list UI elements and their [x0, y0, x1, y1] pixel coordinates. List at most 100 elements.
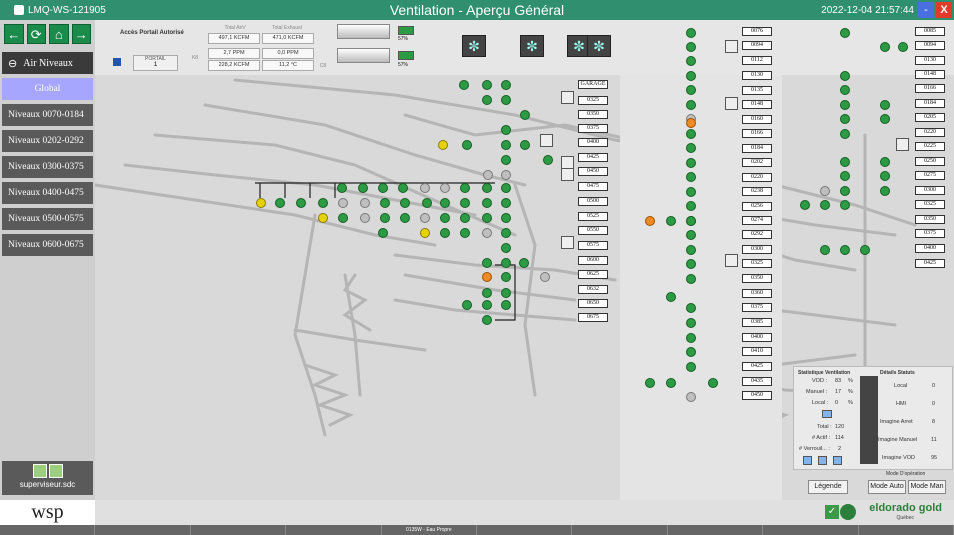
level-label[interactable]: 0632 — [578, 285, 608, 294]
fan-icon[interactable] — [686, 392, 696, 402]
fan-icon[interactable] — [440, 183, 450, 193]
fan-icon[interactable] — [820, 245, 830, 255]
fan-icon[interactable] — [543, 155, 553, 165]
level-label[interactable]: 0650 — [578, 299, 608, 308]
fan-icon[interactable] — [860, 245, 870, 255]
back-arrow-icon[interactable]: ← — [4, 24, 24, 44]
fan-icon[interactable] — [840, 186, 850, 196]
fan-icon[interactable] — [337, 183, 347, 193]
level-label[interactable]: 0325 — [915, 200, 945, 209]
level-label[interactable]: 0350 — [742, 274, 772, 283]
fan-icon[interactable] — [318, 213, 328, 223]
level-label[interactable]: 0500 — [578, 197, 608, 206]
fan-icon[interactable] — [482, 288, 492, 298]
level-label[interactable]: 0375 — [578, 124, 608, 133]
level-label[interactable]: 0166 — [915, 84, 945, 93]
fan-icon[interactable] — [686, 303, 696, 313]
fan-icon[interactable] — [840, 100, 850, 110]
fan-icon[interactable] — [483, 170, 493, 180]
fan-icon[interactable] — [666, 292, 676, 302]
mode-man-button[interactable]: Mode Man — [908, 480, 946, 494]
minimize-button[interactable]: - — [918, 2, 934, 18]
fan-icon[interactable] — [358, 183, 368, 193]
fan-icon[interactable] — [880, 157, 890, 167]
fan-icon[interactable] — [880, 171, 890, 181]
fan-icon[interactable] — [460, 213, 470, 223]
fan-icon[interactable] — [501, 272, 511, 282]
level-label[interactable]: 0112 — [742, 56, 772, 65]
fan-icon[interactable] — [800, 200, 810, 210]
fan-icon[interactable] — [686, 201, 696, 211]
exhaust-fan-box-2[interactable]: ✼ — [520, 35, 544, 57]
fan-icon[interactable] — [378, 228, 388, 238]
level-label[interactable]: 0410 — [742, 347, 772, 356]
compressor-icon[interactable] — [561, 236, 574, 249]
fan-icon[interactable] — [440, 213, 450, 223]
fan-icon[interactable] — [482, 272, 492, 282]
fan-icon[interactable] — [501, 140, 511, 150]
level-label[interactable]: 0450 — [742, 391, 772, 400]
level-label[interactable]: 0130 — [915, 56, 945, 65]
fan-icon[interactable] — [840, 71, 850, 81]
sidebar-item-niveaux-0500[interactable]: Niveaux 0500-0575 — [2, 208, 93, 230]
fan-icon[interactable] — [686, 172, 696, 182]
fan-icon[interactable] — [256, 198, 266, 208]
fan-icon[interactable] — [840, 200, 850, 210]
fan-icon[interactable] — [459, 80, 469, 90]
fan-icon[interactable] — [482, 183, 492, 193]
level-label[interactable]: 0525 — [578, 212, 608, 221]
level-label[interactable]: 0205 — [915, 113, 945, 122]
sidebar-item-niveaux-0202[interactable]: Niveaux 0202-0292 — [2, 130, 93, 152]
fan-icon[interactable] — [686, 71, 696, 81]
fan-icon[interactable] — [501, 155, 511, 165]
level-label[interactable]: 0400 — [742, 333, 772, 342]
level-label[interactable]: 0450 — [578, 167, 608, 176]
fan-icon[interactable] — [338, 213, 348, 223]
level-label[interactable]: 0550 — [578, 226, 608, 235]
fan-icon[interactable] — [460, 183, 470, 193]
level-label[interactable]: 0135 — [742, 86, 772, 95]
fan-icon[interactable] — [686, 187, 696, 197]
level-label[interactable]: 0375 — [742, 303, 772, 312]
exhaust-fan-box-1[interactable]: ✼ — [462, 35, 486, 57]
fan-icon[interactable] — [438, 140, 448, 150]
fan-icon[interactable] — [898, 42, 908, 52]
fan-icon[interactable] — [462, 300, 472, 310]
level-label[interactable]: 0600 — [578, 256, 608, 265]
main-fan-1[interactable] — [337, 24, 390, 39]
level-label[interactable]: 0160 — [742, 115, 772, 124]
fan-icon[interactable] — [400, 213, 410, 223]
user-icon[interactable] — [32, 464, 47, 478]
level-label[interactable]: 0274 — [742, 216, 772, 225]
level-label[interactable]: 0166 — [742, 129, 772, 138]
fan-icon[interactable] — [840, 129, 850, 139]
fan-icon[interactable] — [501, 213, 511, 223]
fan-icon[interactable] — [420, 183, 430, 193]
fan-icon[interactable] — [520, 110, 530, 120]
fan-icon[interactable] — [318, 198, 328, 208]
sidebar-item-niveaux-0600[interactable]: Niveaux 0600-0675 — [2, 234, 93, 256]
level-label[interactable]: 0292 — [742, 230, 772, 239]
fan-icon[interactable] — [686, 230, 696, 240]
fan-icon[interactable] — [686, 129, 696, 139]
fan-icon[interactable] — [820, 200, 830, 210]
mode-auto-button[interactable]: Mode Auto — [868, 480, 906, 494]
fan-icon[interactable] — [880, 186, 890, 196]
fan-icon[interactable] — [501, 125, 511, 135]
fan-icon[interactable] — [880, 100, 890, 110]
fan-icon[interactable] — [422, 198, 432, 208]
fan-icon[interactable] — [520, 140, 530, 150]
fan-icon[interactable] — [686, 118, 696, 128]
compressor-icon[interactable] — [540, 134, 553, 147]
fan-icon[interactable] — [666, 216, 676, 226]
compressor-icon[interactable] — [725, 97, 738, 110]
fan-icon[interactable] — [501, 288, 511, 298]
fan-icon[interactable] — [460, 228, 470, 238]
fan-icon[interactable] — [501, 300, 511, 310]
fan-icon[interactable] — [880, 114, 890, 124]
level-label[interactable]: 0220 — [915, 128, 945, 137]
fan-icon[interactable] — [686, 158, 696, 168]
fan-icon[interactable] — [686, 143, 696, 153]
fan-icon[interactable] — [482, 213, 492, 223]
fan-icon[interactable] — [338, 198, 348, 208]
